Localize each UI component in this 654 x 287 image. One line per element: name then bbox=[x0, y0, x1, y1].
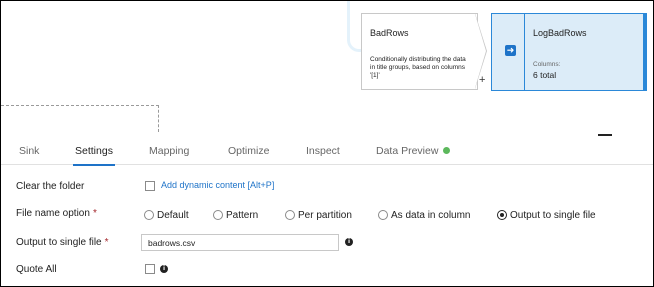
badrows-node-description: Conditionally distributing the data in t… bbox=[370, 56, 466, 79]
radio-default-circle bbox=[144, 210, 154, 220]
tab-settings[interactable]: Settings bbox=[73, 145, 115, 166]
radio-per-partition[interactable]: Per partition bbox=[285, 208, 352, 222]
clear-folder-checkbox[interactable] bbox=[145, 181, 155, 191]
tab-data-preview-label: Data Preview bbox=[376, 145, 439, 157]
tab-data-preview[interactable]: Data Preview bbox=[376, 145, 451, 157]
clear-folder-label: Clear the folder bbox=[16, 181, 85, 192]
logbadrows-sink-node[interactable]: LogBadRows Columns: 6 total bbox=[524, 13, 644, 91]
add-dynamic-content-link[interactable]: Add dynamic content [Alt+P] bbox=[161, 180, 274, 190]
tab-mapping[interactable]: Mapping bbox=[149, 145, 189, 157]
info-icon[interactable]: i bbox=[160, 265, 168, 273]
radio-output-to-single-file-label: Output to single file bbox=[510, 209, 596, 221]
tab-sink[interactable]: Sink bbox=[19, 145, 39, 157]
radio-pattern-label: Pattern bbox=[226, 209, 259, 221]
sink-icon-panel[interactable]: ➜ bbox=[491, 13, 525, 91]
file-name-option-label: File name option * bbox=[16, 208, 97, 219]
radio-per-partition-circle bbox=[285, 210, 295, 220]
tab-inspect[interactable]: Inspect bbox=[306, 145, 340, 157]
quote-all-checkbox[interactable] bbox=[145, 264, 155, 274]
radio-pattern[interactable]: Pattern bbox=[213, 208, 258, 222]
radio-per-partition-label: Per partition bbox=[298, 209, 352, 221]
quote-all-label: Quote All bbox=[16, 264, 57, 275]
required-marker: * bbox=[92, 208, 97, 219]
radio-pattern-circle bbox=[213, 210, 223, 220]
radio-as-data-in-column-circle bbox=[378, 210, 388, 220]
tab-sink-label: Sink bbox=[19, 145, 40, 157]
tab-optimize-label: Optimize bbox=[228, 145, 270, 157]
output-single-file-input[interactable] bbox=[141, 234, 339, 251]
selection-outline bbox=[1, 105, 159, 132]
radio-output-to-single-file-circle bbox=[497, 210, 507, 220]
minimize-icon[interactable] bbox=[598, 134, 612, 136]
app-frame: BadRows Conditionally distributing the d… bbox=[0, 0, 654, 287]
tab-optimize[interactable]: Optimize bbox=[228, 145, 269, 157]
badrows-node[interactable]: BadRows Conditionally distributing the d… bbox=[361, 13, 478, 90]
required-marker: * bbox=[104, 237, 109, 248]
sink-node-edge bbox=[643, 13, 647, 91]
radio-as-data-in-column-label: As data in column bbox=[391, 209, 471, 221]
settings-tabs: Sink Settings Mapping Optimize Inspect D… bbox=[1, 138, 653, 166]
radio-output-to-single-file[interactable]: Output to single file bbox=[497, 208, 596, 222]
tab-inspect-label: Inspect bbox=[306, 145, 340, 157]
info-icon[interactable]: i bbox=[345, 238, 353, 246]
output-single-file-label: Output to single file * bbox=[16, 237, 109, 248]
sink-node-title: LogBadRows bbox=[533, 28, 587, 38]
tab-settings-label: Settings bbox=[75, 145, 113, 157]
sink-arrow-icon: ➜ bbox=[505, 45, 516, 56]
tab-mapping-label: Mapping bbox=[149, 145, 190, 157]
sink-columns-value: 6 total bbox=[533, 70, 557, 80]
add-transformation-button[interactable]: + bbox=[479, 74, 485, 86]
radio-as-data-in-column[interactable]: As data in column bbox=[378, 208, 471, 222]
badrows-node-title: BadRows bbox=[370, 28, 409, 38]
radio-default-label: Default bbox=[157, 209, 189, 221]
dataflow-canvas[interactable]: BadRows Conditionally distributing the d… bbox=[1, 1, 653, 132]
status-ok-icon bbox=[443, 146, 451, 154]
radio-default[interactable]: Default bbox=[144, 208, 189, 222]
sink-columns-label: Columns: bbox=[533, 61, 561, 68]
